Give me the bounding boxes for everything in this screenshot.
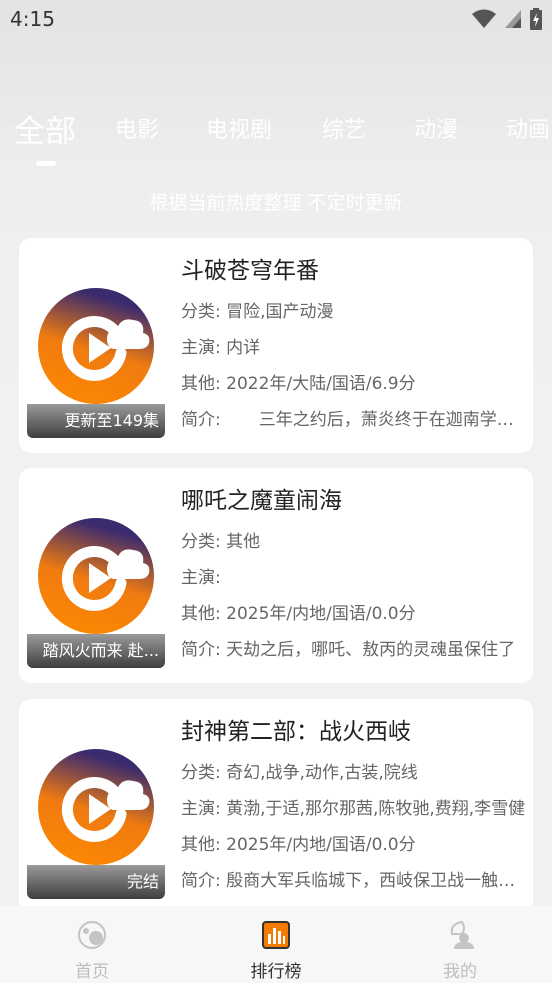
wifi-icon <box>472 9 496 28</box>
item-intro: 简介:三年之约后，萧炎终于在迦南学院见到了 <box>181 410 527 430</box>
item-intro: 简介: 殷商大军兵临城下，西岐保卫战一触即发 <box>181 871 527 891</box>
status-icons <box>472 8 542 30</box>
poster[interactable]: 更新至149集 <box>27 275 165 438</box>
nav-ranking-label: 排行榜 <box>250 962 302 982</box>
episode-badge: 更新至149集 <box>27 404 165 438</box>
item-cast: 主演: <box>181 568 221 588</box>
profile-icon <box>450 920 474 949</box>
tab-anime[interactable]: 动漫 <box>414 112 458 144</box>
item-category: 分类: 奇幻,战争,动作,古装,院线 <box>181 763 418 783</box>
item-category: 分类: 其他 <box>181 532 261 552</box>
status-time: 4:15 <box>10 7 55 31</box>
episode-badge: 完结 <box>27 865 165 899</box>
tab-animation[interactable]: 动画 <box>506 112 550 144</box>
poster[interactable]: 完结 <box>27 736 165 899</box>
item-info: 斗破苍穹年番 分类: 冒险,国产动漫 主演: 内详 其他: 2022年/大陆/国… <box>181 254 527 438</box>
item-title: 封神第二部：战火西岐 <box>181 719 411 745</box>
item-cast: 主演: 内详 <box>181 338 261 358</box>
home-icon <box>78 921 106 949</box>
nav-home-label: 首页 <box>75 962 109 982</box>
item-title: 斗破苍穹年番 <box>181 258 319 284</box>
item-cast: 主演: 黄渤,于适,那尔那茜,陈牧驰,费翔,李雪健 <box>181 799 526 819</box>
episode-badge: 踏风火而来 赴... <box>27 634 165 668</box>
tab-movie[interactable]: 电影 <box>115 112 159 144</box>
item-other: 其他: 2022年/大陆/国语/6.9分 <box>181 374 416 394</box>
list-item[interactable]: 完结 封神第二部：战火西岐 分类: 奇幻,战争,动作,古装,院线 主演: 黄渤,… <box>19 699 533 914</box>
item-category: 分类: 冒险,国产动漫 <box>181 302 334 322</box>
category-tabs: 全部 电影 电视剧 综艺 动漫 动画 <box>0 112 552 172</box>
item-other: 其他: 2025年/内地/国语/0.0分 <box>181 604 416 624</box>
ranking-icon <box>262 921 290 949</box>
item-info: 哪吒之魔童闹海 分类: 其他 主演: 其他: 2025年/内地/国语/0.0分 … <box>181 484 527 668</box>
tab-variety[interactable]: 综艺 <box>322 112 366 144</box>
poster[interactable]: 踏风火而来 赴... <box>27 505 165 668</box>
nav-home[interactable]: 首页 <box>47 920 137 982</box>
item-other: 其他: 2025年/内地/国语/0.0分 <box>181 835 416 855</box>
app-logo-icon <box>38 518 154 634</box>
battery-icon <box>530 8 542 30</box>
list-item[interactable]: 踏风火而来 赴... 哪吒之魔童闹海 分类: 其他 主演: 其他: 2025年/… <box>19 468 533 683</box>
item-info: 封神第二部：战火西岐 分类: 奇幻,战争,动作,古装,院线 主演: 黄渤,于适,… <box>181 715 527 899</box>
bottom-nav: 首页 排行榜 我的 <box>0 906 552 983</box>
nav-profile-label: 我的 <box>443 962 477 982</box>
app-logo-icon <box>38 749 154 865</box>
list-item[interactable]: 更新至149集 斗破苍穹年番 分类: 冒险,国产动漫 主演: 内详 其他: 20… <box>19 238 533 453</box>
signal-icon <box>505 10 521 28</box>
tab-tv-series[interactable]: 电视剧 <box>206 112 272 144</box>
item-intro: 简介: 天劫之后，哪吒、敖丙的灵魂虽保住了 <box>181 640 516 660</box>
tab-indicator <box>36 161 56 166</box>
nav-ranking[interactable]: 排行榜 <box>231 920 321 982</box>
app-logo-icon <box>38 288 154 404</box>
item-title: 哪吒之魔童闹海 <box>181 488 342 514</box>
status-bar: 4:15 <box>0 0 552 40</box>
ranking-subtitle: 根据当前热度整理 不定时更新 <box>149 192 403 214</box>
tab-all[interactable]: 全部 <box>14 106 76 151</box>
ranking-screen: 4:15 全部 电影 电视剧 综艺 动漫 动画 根据当前热度整理 不定时更新 更… <box>0 0 552 983</box>
nav-profile[interactable]: 我的 <box>415 920 505 982</box>
